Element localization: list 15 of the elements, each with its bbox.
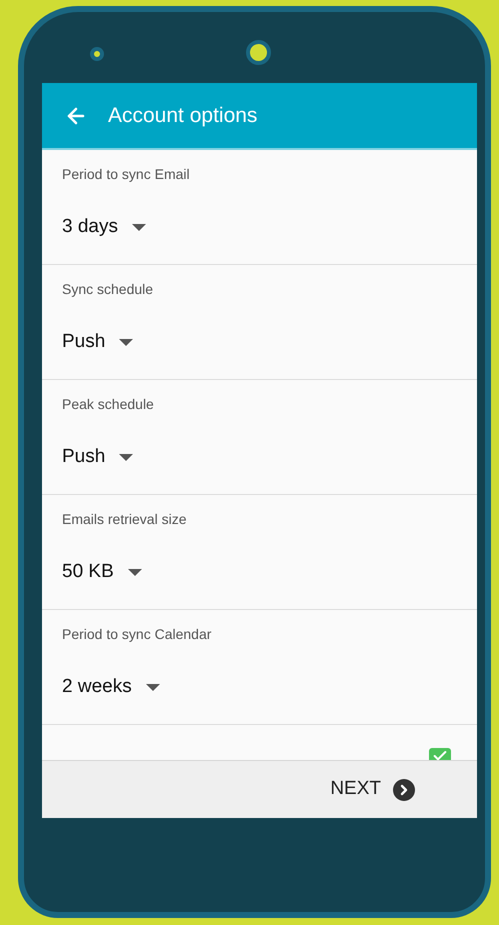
setting-label: Period to sync Email	[62, 165, 191, 184]
dropdown[interactable]: 3 days	[62, 213, 146, 242]
camera-icon	[246, 40, 271, 65]
dropdown[interactable]: 2 weeks	[62, 673, 160, 702]
setting-label: Peak schedule	[62, 395, 155, 414]
next-button[interactable]: NEXT	[330, 775, 415, 804]
sensor-icon	[90, 47, 104, 61]
dropdown[interactable]: Push	[62, 328, 134, 356]
checkbox[interactable]	[429, 748, 451, 760]
setting-label: Period to sync Calendar	[62, 625, 212, 644]
dropdown[interactable]: 50 KB	[62, 558, 142, 586]
dropdown[interactable]: Push	[62, 443, 134, 472]
setting-label: Emails retrieval size	[62, 510, 188, 529]
screen-title: Account options	[108, 102, 258, 129]
setting-label: Sync schedule	[62, 280, 154, 299]
